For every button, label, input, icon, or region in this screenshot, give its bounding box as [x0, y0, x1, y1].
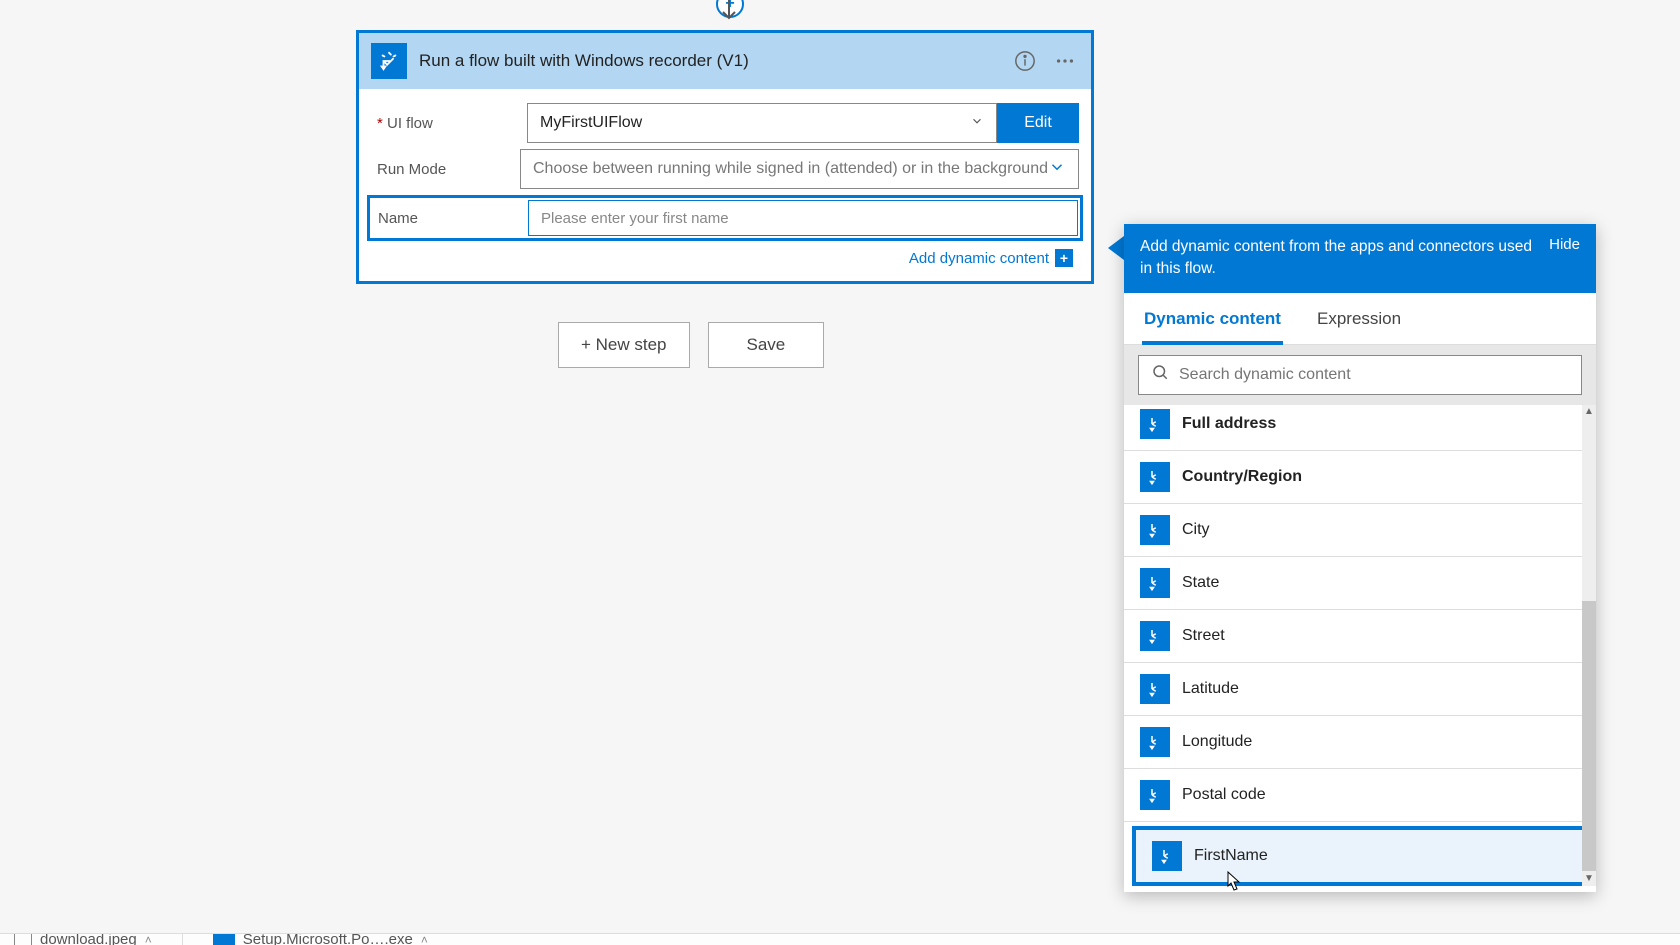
name-input[interactable]: Please enter your first name [528, 200, 1078, 236]
dc-item-label: FirstName [1194, 847, 1268, 865]
scroll-up-arrow-icon[interactable]: ▲ [1582, 405, 1596, 419]
run-mode-placeholder: Choose between running while signed in (… [533, 160, 1048, 178]
scroll-down-arrow-icon[interactable]: ▼ [1582, 872, 1596, 886]
dc-item-latitude[interactable]: Latitude [1124, 663, 1596, 716]
dc-scroll-thumb[interactable] [1582, 601, 1596, 871]
connector-icon [1140, 621, 1170, 651]
taskbar-separator [182, 933, 183, 945]
connector-arrow [714, 0, 744, 24]
dc-callout-wedge [1108, 236, 1124, 260]
ui-flow-row: UI flow MyFirstUIFlow Edit [371, 103, 1079, 143]
plus-icon: + [1055, 249, 1073, 267]
dc-item-state[interactable]: State [1124, 557, 1596, 610]
action-card-header[interactable]: Run a flow built with Windows recorder (… [359, 33, 1091, 89]
dc-item-label: Postal code [1182, 786, 1266, 804]
edit-button[interactable]: Edit [997, 103, 1079, 143]
save-button[interactable]: Save [708, 322, 825, 368]
name-placeholder: Please enter your first name [541, 210, 729, 227]
search-icon [1151, 363, 1169, 386]
ui-flow-dropdown[interactable]: MyFirstUIFlow [527, 103, 997, 143]
dc-header: Add dynamic content from the apps and co… [1124, 224, 1596, 293]
dc-item-firstname[interactable]: FirstName [1132, 826, 1588, 886]
dc-item-country-region[interactable]: Country/Region [1124, 451, 1596, 504]
dc-item-label: State [1182, 574, 1219, 592]
dc-item-label: Country/Region [1182, 468, 1302, 486]
taskbar: download.jpeg ˄ Setup.Microsoft.Po….exe … [0, 933, 1680, 945]
taskbar-item-label: Setup.Microsoft.Po….exe [243, 933, 413, 945]
dc-tabs: Dynamic content Expression [1124, 293, 1596, 345]
exe-icon [213, 933, 235, 945]
dc-item-city[interactable]: City [1124, 504, 1596, 557]
connector-icon [1140, 674, 1170, 704]
connector-icon [1140, 568, 1170, 598]
connector-icon [1140, 409, 1170, 439]
tab-dynamic-content[interactable]: Dynamic content [1142, 303, 1283, 345]
connector-icon [1140, 780, 1170, 810]
tab-expression[interactable]: Expression [1315, 303, 1403, 344]
file-icon [14, 933, 32, 945]
chevron-down-icon [1048, 158, 1066, 181]
hide-link[interactable]: Hide [1549, 236, 1580, 253]
action-card-body: UI flow MyFirstUIFlow Edit Run Mode Choo… [359, 89, 1091, 281]
taskbar-item-label: download.jpeg [40, 933, 137, 945]
ui-flow-icon [371, 43, 407, 79]
connector-icon [1140, 462, 1170, 492]
dc-item-full-address[interactable]: Full address [1124, 405, 1596, 451]
dc-search[interactable] [1138, 355, 1582, 395]
run-mode-dropdown[interactable]: Choose between running while signed in (… [520, 149, 1079, 189]
run-mode-label: Run Mode [371, 161, 514, 178]
dc-scroll-track[interactable]: ▲ ▼ [1582, 405, 1596, 886]
taskbar-item-setup[interactable]: Setup.Microsoft.Po….exe ˄ [213, 933, 428, 945]
info-icon[interactable] [1011, 47, 1039, 75]
name-row-highlight: Name Please enter your first name [367, 195, 1083, 241]
more-menu-icon[interactable] [1051, 47, 1079, 75]
connector-icon [1140, 727, 1170, 757]
ui-flow-value: MyFirstUIFlow [540, 114, 642, 132]
dc-search-wrap [1124, 345, 1596, 405]
dc-header-text: Add dynamic content from the apps and co… [1140, 236, 1537, 281]
dc-item-street[interactable]: Street [1124, 610, 1596, 663]
dc-item-longitude[interactable]: Longitude [1124, 716, 1596, 769]
dynamic-content-panel: Add dynamic content from the apps and co… [1124, 224, 1596, 892]
new-step-button[interactable]: + New step [558, 322, 690, 368]
name-label: Name [372, 210, 522, 227]
chevron-down-icon [970, 114, 984, 133]
dc-item-label: Latitude [1182, 680, 1239, 698]
dc-item-label: Street [1182, 627, 1225, 645]
action-title: Run a flow built with Windows recorder (… [419, 51, 999, 71]
run-mode-row: Run Mode Choose between running while si… [371, 149, 1079, 189]
dc-item-label: City [1182, 521, 1210, 539]
action-card: Run a flow built with Windows recorder (… [356, 30, 1094, 284]
dc-item-postal-code[interactable]: Postal code [1124, 769, 1596, 822]
dc-item-label: Longitude [1182, 733, 1252, 751]
dc-search-input[interactable] [1179, 366, 1569, 384]
chevron-up-icon[interactable]: ˄ [145, 933, 152, 945]
dc-item-label: Full address [1182, 415, 1276, 433]
connector-icon [1140, 515, 1170, 545]
chevron-up-icon[interactable]: ˄ [421, 933, 428, 945]
taskbar-item-download[interactable]: download.jpeg ˄ [14, 933, 152, 945]
dc-list: Full address Country/Region City State S… [1124, 405, 1596, 886]
add-dynamic-content-link[interactable]: Add dynamic content + [371, 245, 1079, 267]
add-dynamic-content-label: Add dynamic content [909, 250, 1049, 267]
connector-icon [1152, 841, 1182, 871]
bottom-button-row: + New step Save [558, 322, 824, 368]
ui-flow-label: UI flow [371, 115, 521, 132]
